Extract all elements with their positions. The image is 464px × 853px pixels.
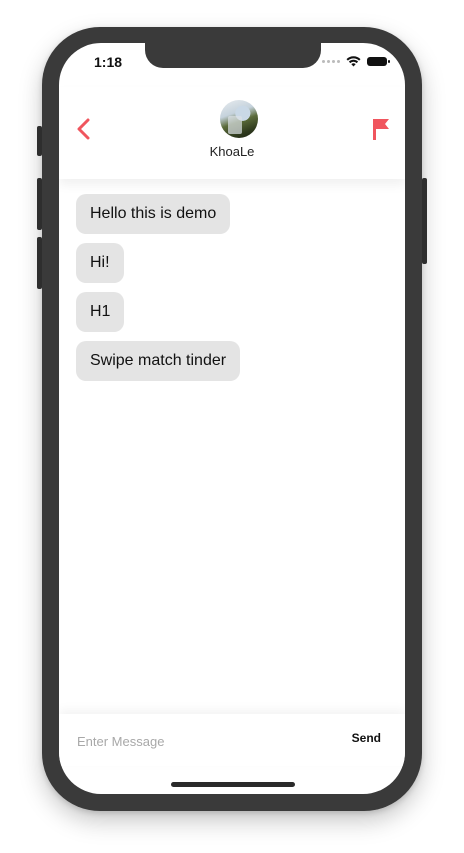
avatar[interactable] xyxy=(220,100,258,138)
back-button[interactable] xyxy=(73,116,97,142)
status-time: 1:18 xyxy=(94,54,123,70)
notch xyxy=(145,43,321,68)
home-indicator[interactable] xyxy=(171,782,295,787)
battery-icon xyxy=(367,57,390,66)
message-bubble: H1 xyxy=(76,292,125,332)
message-composer: Send xyxy=(59,714,405,766)
message-bubble: Hi! xyxy=(76,243,124,283)
power-button xyxy=(422,178,427,264)
flag-icon xyxy=(373,119,389,140)
chevron-left-icon xyxy=(77,118,90,140)
username: KhoaLe xyxy=(209,144,255,159)
send-button[interactable]: Send xyxy=(352,731,381,745)
message-list: Hello this is demo Hi! H1 Swipe match ti… xyxy=(76,194,241,381)
phone-screen: 1:18 KhoaLe Hello this is demo Hi! H1 Sw… xyxy=(59,43,405,794)
message-bubble: Hello this is demo xyxy=(76,194,231,234)
signal-dots-icon xyxy=(322,60,340,63)
chat-header: KhoaLe xyxy=(59,87,405,179)
report-flag-button[interactable] xyxy=(369,116,393,142)
status-icons xyxy=(322,56,390,67)
volume-up-button xyxy=(37,178,42,230)
volume-down-button xyxy=(37,237,42,289)
message-input[interactable] xyxy=(75,729,319,753)
mute-switch xyxy=(37,126,42,156)
wifi-icon xyxy=(346,56,361,67)
message-bubble: Swipe match tinder xyxy=(76,341,241,381)
